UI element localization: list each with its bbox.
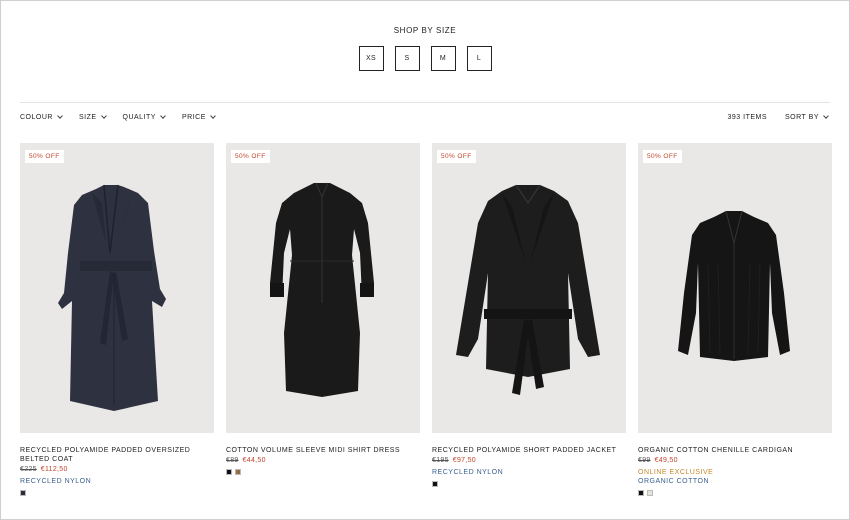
product-name[interactable]: RECYCLED POLYAMIDE SHORT PADDED JACKET [432, 446, 626, 455]
size-button-l[interactable]: L [466, 46, 492, 71]
color-swatches [432, 481, 626, 487]
original-price: €89 [226, 457, 239, 464]
color-swatch[interactable] [235, 469, 241, 475]
original-price: €225 [20, 466, 37, 473]
product-price: €225 €112,50 [20, 466, 214, 473]
sort-label: SORT BY [785, 114, 819, 121]
original-price: €195 [432, 457, 449, 464]
material-tag: RECYCLED NYLON [432, 469, 504, 476]
product-price: €89 €44,50 [226, 457, 420, 464]
product-card: 50% OFF ORGANIC COTTON CHENILLE CARDIGAN… [638, 143, 832, 496]
result-tools: 393 ITEMS SORT BY [727, 113, 829, 121]
filter-colour[interactable]: COLOUR [20, 113, 63, 121]
color-swatch[interactable] [432, 481, 438, 487]
size-button-xs[interactable]: XS [358, 46, 384, 71]
color-swatch[interactable] [20, 490, 26, 496]
online-exclusive-tag: ONLINE EXCLUSIVE [638, 469, 714, 476]
material-tag: RECYCLED NYLON [20, 478, 92, 485]
chevron-down-icon [210, 113, 216, 119]
size-button-m[interactable]: M [430, 46, 456, 71]
material-tag: ORGANIC COTTON [638, 478, 710, 485]
discount-badge: 50% OFF [437, 150, 476, 163]
product-image[interactable]: 50% OFF [638, 143, 832, 433]
filter-label: QUALITY [122, 114, 156, 121]
color-swatches [638, 490, 832, 496]
items-count: 393 ITEMS [727, 114, 768, 121]
size-button-s[interactable]: S [394, 46, 420, 71]
sale-price: €44,50 [242, 457, 266, 464]
product-image[interactable]: 50% OFF [226, 143, 420, 433]
chevron-down-icon [100, 113, 107, 119]
product-name[interactable]: COTTON VOLUME SLEEVE MIDI SHIRT DRESS [226, 446, 420, 455]
navy-belted-coat-icon [58, 184, 166, 411]
filter-bar: COLOUR SIZE QUALITY PRICE [20, 113, 216, 121]
product-price: €99 €49,50 [638, 457, 832, 464]
black-cardigan-icon [678, 210, 790, 361]
chevron-down-icon [160, 113, 166, 119]
product-card: 50% OFF RECYCLED POLYAMIDE SHORT PADDED … [432, 143, 626, 496]
discount-badge: 50% OFF [643, 150, 682, 163]
product-name[interactable]: RECYCLED POLYAMIDE PADDED OVERSIZED BELT… [20, 446, 214, 464]
filter-label: COLOUR [20, 114, 53, 121]
discount-badge: 50% OFF [25, 150, 64, 163]
divider [20, 102, 830, 103]
shop-by-size-title: SHOP BY SIZE [393, 26, 457, 35]
product-card: 50% OFF COTTON VOLUME SLEEVE MIDI SHIRT … [226, 143, 420, 496]
black-padded-jacket-icon [456, 184, 600, 395]
sale-price: €112,50 [40, 466, 68, 473]
original-price: €99 [638, 457, 651, 464]
discount-badge: 50% OFF [231, 150, 270, 163]
color-swatch[interactable] [647, 490, 653, 496]
filter-label: SIZE [78, 114, 97, 121]
sale-price: €49,50 [654, 457, 678, 464]
product-card: 50% OFF RECYCLED POLYAMIDE PADDED OVERSI… [20, 143, 214, 496]
size-buttons: XS S M L [0, 46, 850, 71]
sort-by-dropdown[interactable]: SORT BY [785, 113, 829, 121]
filter-price[interactable]: PRICE [181, 113, 216, 121]
sale-price: €97,50 [452, 457, 476, 464]
chevron-down-icon [57, 113, 63, 119]
filter-label: PRICE [181, 114, 206, 121]
product-grid: 50% OFF RECYCLED POLYAMIDE PADDED OVERSI… [20, 143, 832, 496]
color-swatch[interactable] [226, 469, 232, 475]
filter-quality[interactable]: QUALITY [122, 113, 166, 121]
product-image[interactable]: 50% OFF [432, 143, 626, 433]
chevron-down-icon [823, 113, 829, 119]
product-name[interactable]: ORGANIC COTTON CHENILLE CARDIGAN [638, 446, 832, 455]
product-image[interactable]: 50% OFF [20, 143, 214, 433]
color-swatches [20, 490, 214, 496]
filter-size[interactable]: SIZE [78, 113, 107, 121]
color-swatches [226, 469, 420, 475]
color-swatch[interactable] [638, 490, 644, 496]
black-shirt-dress-icon [270, 182, 374, 397]
product-price: €195 €97,50 [432, 457, 626, 464]
